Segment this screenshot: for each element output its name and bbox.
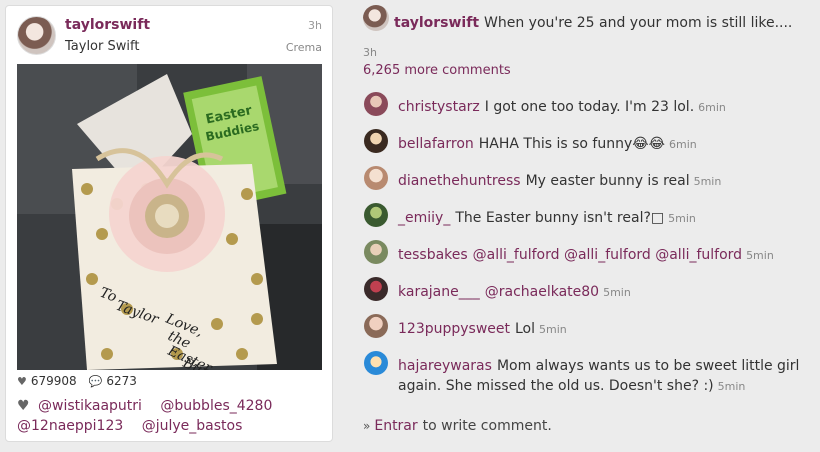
comment-time: 5min [603, 286, 631, 299]
caption-timestamp: 3h [363, 46, 377, 59]
login-link[interactable]: Entrar [374, 418, 417, 434]
commenter-avatar[interactable] [364, 203, 388, 227]
comment-text: The Easter bunny isn't real?□ [455, 210, 665, 226]
commenter-username[interactable]: hajareywaras [398, 358, 492, 374]
more-comments-link[interactable]: 6,265 more comments [363, 63, 511, 78]
liker-link[interactable]: @julye_bastos [142, 418, 243, 434]
commenter-avatar[interactable] [364, 92, 388, 116]
caption-author-avatar[interactable] [363, 5, 389, 31]
comment-body: 123puppysweet Lol 5min [398, 319, 818, 340]
likes-count: 679908 [30, 374, 77, 388]
liker-link[interactable]: @12naeppi123 [17, 418, 123, 434]
comment-body: _emiiy_ The Easter bunny isn't real?□ 5min [398, 208, 818, 229]
commenter-username[interactable]: 123puppysweet [398, 321, 510, 337]
commenter-username[interactable]: tessbakes [398, 247, 468, 263]
comment-body: bellafarron HAHA This is so funny😂😂 6min [398, 134, 818, 155]
post-timestamp: 3h [308, 19, 322, 32]
heart-icon: ♥ [17, 398, 30, 414]
caption-username[interactable]: taylorswift [394, 15, 479, 31]
post-author-full-name: Taylor Swift [65, 39, 140, 54]
speech-bubble-icon[interactable]: 💬 [89, 375, 103, 388]
comment-time: 5min [717, 380, 746, 393]
likers-list: ♥ @wistikaaputri @bubbles_4280 @12naeppi… [17, 396, 322, 436]
commenter-avatar[interactable] [364, 129, 388, 153]
commenter-username[interactable]: _emiiy_ [398, 210, 450, 226]
post-author-username[interactable]: taylorswift [65, 17, 150, 33]
comment-body: hajareywaras Mom always wants us to be sw… [398, 356, 818, 397]
comment-body: tessbakes @alli_fulford @alli_fulford @al… [398, 245, 818, 266]
comments-count: 6273 [106, 374, 137, 388]
commenter-avatar[interactable] [364, 240, 388, 264]
comment-time: 5min [668, 212, 696, 225]
comments-panel: taylorswift When you're 25 and your mom i… [362, 0, 820, 452]
commenter-username[interactable]: dianethehuntress [398, 173, 521, 189]
comment-time: 5min [693, 175, 722, 188]
post-author-avatar[interactable] [17, 16, 56, 55]
comment-time: 5min [746, 249, 774, 262]
comment-text: My easter bunny is real [525, 173, 690, 189]
post-card: taylorswift Taylor Swift 3h Crema Easter… [5, 5, 333, 442]
post-photo[interactable]: Easter Buddies To Taylor Love, the Easte… [17, 64, 322, 370]
commenter-username[interactable]: karajane___ [398, 284, 480, 300]
comment-text: HAHA This is so funny😂😂 [478, 136, 665, 152]
commenter-avatar[interactable] [364, 166, 388, 190]
post-filter-name: Crema [285, 41, 322, 54]
post-header: taylorswift Taylor Swift 3h Crema [6, 6, 332, 64]
caption-text: taylorswift When you're 25 and your mom i… [394, 15, 792, 31]
commenter-avatar[interactable] [364, 314, 388, 338]
comment-time: 5min [539, 323, 567, 336]
heart-icon[interactable]: ♥ [17, 375, 27, 388]
comment-body: dianethehuntress My easter bunny is real 5… [398, 171, 818, 192]
comment-text: Lol [515, 321, 536, 337]
commenter-avatar[interactable] [364, 277, 388, 301]
commenter-username[interactable]: bellafarron [398, 136, 474, 152]
post-photo-illustration: Easter Buddies To Taylor Love, the Easte… [17, 64, 322, 370]
comment-time: 6min [668, 138, 697, 151]
comment-time: 6min [698, 101, 726, 114]
comment-body: christystarz I got one too today. I'm 23 … [398, 97, 818, 118]
liker-link[interactable]: @wistikaaputri [38, 398, 142, 414]
commenter-avatar[interactable] [364, 351, 388, 375]
double-chevron-right-icon: » [363, 419, 371, 433]
comment-text: I got one too today. I'm 23 lol. [484, 99, 695, 115]
write-comment-prompt: » Entrar to write comment. [363, 418, 552, 434]
liker-link[interactable]: @bubbles_4280 [160, 398, 272, 414]
comment-text[interactable]: @rachaelkate80 [485, 284, 599, 300]
comment-text[interactable]: @alli_fulford @alli_fulford @alli_fulfor… [473, 247, 742, 263]
comment-body: karajane___ @rachaelkate80 5min [398, 282, 818, 303]
caption-body: When you're 25 and your mom is still lik… [484, 15, 793, 31]
write-comment-text: to write comment. [422, 418, 552, 434]
post-stats: ♥ 679908 💬 6273 [17, 374, 137, 388]
commenter-username[interactable]: christystarz [398, 99, 480, 115]
